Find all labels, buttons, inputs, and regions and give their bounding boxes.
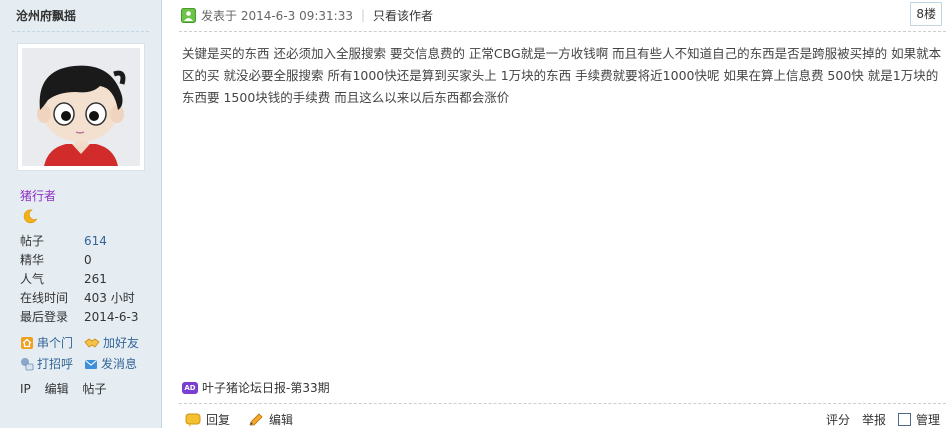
online-status-icon bbox=[181, 7, 196, 23]
author-only-link[interactable]: 只看该作者 bbox=[373, 7, 433, 24]
post-main: 发表于 2014-6-3 09:31:33 | 只看该作者 8楼 关键是买的东西… bbox=[163, 0, 950, 428]
reply-icon bbox=[185, 413, 201, 427]
user-actions: 串个门 加好友 打招呼 发消息 bbox=[20, 332, 160, 374]
stat-label: 人气 bbox=[20, 272, 45, 286]
stat-value-posts[interactable]: 614 bbox=[84, 232, 107, 251]
sidebar-divider bbox=[12, 31, 149, 32]
avatar[interactable] bbox=[17, 43, 145, 171]
visit-label: 串个门 bbox=[37, 336, 74, 350]
user-stats: 帖子 614 精华 0 人气 261 在线时间 403 小时 最后登录 2014… bbox=[20, 232, 138, 327]
ad-link[interactable]: 叶子猪论坛日报-第33期 bbox=[202, 379, 330, 396]
envelope-icon bbox=[85, 359, 97, 369]
report-link[interactable]: 举报 bbox=[862, 411, 886, 428]
stat-row-last-login: 最后登录 2014-6-3 bbox=[20, 308, 138, 327]
reply-button[interactable]: 回复 bbox=[185, 411, 230, 428]
post-tools: 评分 举报 管理 bbox=[814, 411, 940, 428]
reply-label: 回复 bbox=[206, 413, 231, 427]
post-content: 关键是买的东西 还必须加入全服搜索 要交信息费的 正常CBG就是一方收钱啊 而且… bbox=[182, 46, 942, 105]
stat-row-posts: 帖子 614 bbox=[20, 232, 138, 251]
manage-link[interactable]: 管理 bbox=[916, 411, 940, 428]
stat-value-last-login: 2014-6-3 bbox=[84, 310, 139, 324]
add-friend-button[interactable]: 加好友 bbox=[84, 334, 148, 351]
moon-icon bbox=[23, 209, 38, 224]
rate-link[interactable]: 评分 bbox=[826, 411, 850, 428]
edit-user-link[interactable]: 编辑 bbox=[45, 382, 69, 396]
cartoon-boy-icon bbox=[22, 48, 140, 166]
handshake-icon bbox=[84, 338, 100, 348]
ip-link[interactable]: IP bbox=[20, 382, 31, 396]
stat-row-online-time: 在线时间 403 小时 bbox=[20, 289, 138, 308]
post-header: 发表于 2014-6-3 09:31:33 | 只看该作者 bbox=[181, 6, 433, 24]
avatar-image bbox=[22, 48, 140, 166]
post-actions: 回复 编辑 bbox=[185, 411, 311, 428]
stat-label: 最后登录 bbox=[20, 310, 69, 324]
greet-label: 打招呼 bbox=[37, 357, 74, 371]
author-name[interactable]: 沧州府飘摇 bbox=[16, 7, 76, 24]
floor-number[interactable]: 8楼 bbox=[910, 2, 942, 26]
pencil-icon bbox=[249, 412, 263, 425]
home-icon bbox=[21, 336, 33, 349]
stat-value-digest: 0 bbox=[84, 253, 92, 267]
header-separator: | bbox=[361, 8, 366, 22]
ad-badge: AD bbox=[182, 381, 198, 394]
greet-icon bbox=[21, 357, 34, 370]
greet-button[interactable]: 打招呼 bbox=[20, 355, 84, 372]
edit-post-button[interactable]: 编辑 bbox=[248, 411, 293, 428]
user-rank[interactable]: 猪行者 bbox=[20, 187, 56, 204]
stat-label: 精华 bbox=[20, 253, 45, 267]
author-sidebar: 沧州府飘摇 猪行者 帖子 614 精华 0 人气 261 在线时间 403 小时… bbox=[0, 0, 162, 428]
add-friend-label: 加好友 bbox=[103, 336, 140, 350]
stat-label: 在线时间 bbox=[20, 291, 69, 305]
stat-value-popularity: 261 bbox=[84, 272, 107, 286]
visit-button[interactable]: 串个门 bbox=[20, 334, 84, 351]
post-timestamp: 发表于 2014-6-3 09:31:33 bbox=[201, 8, 353, 23]
ad-row: AD 叶子猪论坛日报-第33期 bbox=[182, 379, 330, 396]
admin-links: IP 编辑 帖子 bbox=[20, 380, 116, 397]
edit-label: 编辑 bbox=[269, 413, 294, 427]
stat-label: 帖子 bbox=[20, 234, 45, 248]
header-divider bbox=[179, 31, 946, 32]
stat-row-popularity: 人气 261 bbox=[20, 270, 138, 289]
stat-value-online-time: 403 小时 bbox=[84, 291, 135, 305]
send-message-button[interactable]: 发消息 bbox=[84, 355, 148, 372]
user-posts-link[interactable]: 帖子 bbox=[82, 382, 106, 396]
stat-row-digest: 精华 0 bbox=[20, 251, 138, 270]
send-message-label: 发消息 bbox=[101, 357, 138, 371]
manage-checkbox[interactable] bbox=[897, 413, 911, 426]
footer-divider bbox=[179, 403, 946, 404]
